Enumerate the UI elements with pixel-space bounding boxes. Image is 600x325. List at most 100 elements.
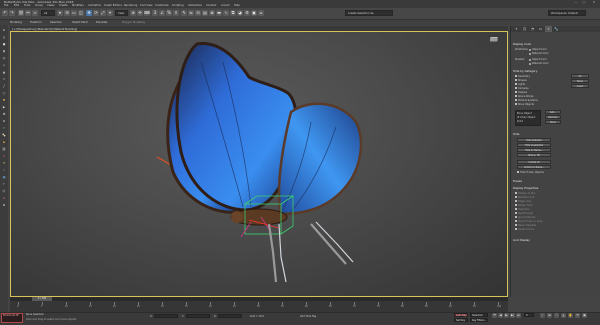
sun-icon[interactable]: ☀ bbox=[1, 161, 7, 166]
lights-checkbox[interactable] bbox=[515, 83, 517, 85]
workspaces-dropdown[interactable]: Workspaces: Default bbox=[548, 10, 586, 16]
add-button[interactable]: Add... bbox=[545, 110, 561, 114]
curve-editor-icon[interactable]: ∿ bbox=[223, 10, 229, 16]
x-coordinate-field[interactable] bbox=[154, 314, 178, 318]
set-key-button[interactable]: Set Key bbox=[454, 318, 468, 322]
track-bar[interactable]: 0 5 10 15 20 25 30 35 40 45 50 55 60 65 70 75 80 85 90 95 10… bbox=[10, 301, 508, 312]
line-icon[interactable]: ╱ bbox=[1, 84, 7, 89]
biped-icon[interactable]: ♟ bbox=[1, 140, 7, 145]
plane-icon[interactable]: ▱ bbox=[1, 77, 7, 82]
torus-icon[interactable]: ◎ bbox=[1, 56, 7, 61]
none-list-button[interactable]: None bbox=[545, 120, 561, 124]
layer-explorer-icon[interactable]: ≣ bbox=[209, 10, 215, 16]
select-and-rotate-icon[interactable]: ⟳ bbox=[93, 10, 99, 16]
display-as-box-checkbox[interactable] bbox=[515, 192, 517, 194]
remove-button[interactable]: Remove bbox=[545, 115, 561, 119]
ribbon-tab-object-paint[interactable]: Object Paint bbox=[72, 20, 88, 25]
percent-snap-icon[interactable]: % bbox=[166, 10, 172, 16]
ik-chain-icon[interactable]: ⛓ bbox=[1, 147, 7, 152]
angle-snap-icon[interactable]: ∠ bbox=[159, 10, 165, 16]
select-and-place-icon[interactable]: ⌖ bbox=[107, 10, 113, 16]
current-frame-field[interactable]: 0 bbox=[524, 313, 534, 317]
link-display-rollout[interactable]: Link Display bbox=[513, 238, 530, 242]
align-icon[interactable]: ⊟ bbox=[195, 10, 201, 16]
unhide-by-name-button[interactable]: Unhide by Name... bbox=[517, 165, 551, 169]
shapes-checkbox[interactable] bbox=[515, 79, 517, 81]
zoom-all-icon[interactable]: ⊞ bbox=[547, 313, 552, 318]
mirror-icon[interactable]: ⇋ bbox=[188, 10, 194, 16]
invert-button[interactable]: Invert bbox=[571, 84, 589, 88]
rendered-frame-window-icon[interactable]: ▣ bbox=[251, 10, 257, 16]
box-icon[interactable]: ◻ bbox=[1, 35, 7, 40]
schematic-view-icon[interactable]: ⧉ bbox=[230, 10, 236, 16]
pivot-center-icon[interactable]: ⊕ bbox=[130, 10, 136, 16]
hide-unselected-button[interactable]: Hide Unselected bbox=[517, 143, 551, 147]
particle-systems-checkbox[interactable] bbox=[515, 99, 517, 101]
motion-tab-icon[interactable]: ▭ bbox=[537, 26, 544, 32]
cloth-icon[interactable]: ▦ bbox=[1, 175, 7, 180]
edges-only-checkbox[interactable] bbox=[515, 200, 517, 202]
paint-icon[interactable]: ✎ bbox=[1, 154, 7, 159]
list-item[interactable]: Point bbox=[517, 120, 523, 123]
auto-key-button[interactable]: Auto Key bbox=[454, 313, 468, 317]
select-by-name-icon[interactable]: ☰ bbox=[64, 10, 70, 16]
ribbon-polygon-modeling[interactable]: Polygon Modeling bbox=[122, 20, 145, 25]
bind-space-warp-icon[interactable]: ≈ bbox=[32, 10, 38, 16]
none-button[interactable]: None bbox=[571, 79, 589, 83]
bone-icon[interactable]: 🦴 bbox=[1, 133, 7, 138]
wireframe-material-color-radio[interactable] bbox=[529, 52, 531, 55]
circle-icon[interactable]: ○ bbox=[1, 91, 7, 96]
space-warp-icon[interactable]: ≋ bbox=[1, 119, 7, 124]
sphere-icon[interactable]: ● bbox=[1, 42, 7, 47]
undo-icon[interactable]: ↶ bbox=[2, 10, 8, 16]
hair-icon[interactable]: ≀ bbox=[1, 168, 7, 173]
ignore-extents-checkbox[interactable] bbox=[515, 216, 517, 218]
modify-tab-icon[interactable]: ◳ bbox=[521, 26, 528, 32]
zoom-icon[interactable]: ⌕ bbox=[540, 313, 545, 318]
selection-filter-dropdown[interactable]: All bbox=[41, 10, 55, 16]
teapot-icon[interactable]: ☕ bbox=[1, 63, 7, 68]
select-object-icon[interactable]: ➤ bbox=[57, 10, 63, 16]
redo-icon[interactable]: ↷ bbox=[9, 10, 15, 16]
named-selection-sets-dropdown[interactable]: Create Selection Se bbox=[345, 10, 393, 16]
field-of-view-icon[interactable]: ◭ bbox=[561, 313, 566, 318]
show-frozen-gray-checkbox[interactable] bbox=[515, 220, 517, 222]
snapshot-icon[interactable]: ⎘ bbox=[1, 189, 7, 194]
keyboard-shortcut-icon[interactable]: ⌨ bbox=[144, 10, 150, 16]
hide-frozen-objects-checkbox[interactable] bbox=[517, 171, 519, 173]
display-color-rollout[interactable]: Display Color bbox=[513, 42, 532, 46]
pan-view-icon[interactable]: ✋ bbox=[568, 313, 573, 318]
next-frame-icon[interactable]: ▶| bbox=[510, 313, 515, 318]
list-item[interactable]: IK Chain Object bbox=[517, 116, 535, 119]
hide-by-category-rollout[interactable]: Hide by Category bbox=[513, 69, 537, 73]
backface-cull-checkbox[interactable] bbox=[515, 196, 517, 198]
camera-icon[interactable]: ▶ bbox=[1, 105, 7, 110]
freeze-rollout[interactable]: Freeze bbox=[513, 179, 522, 183]
wireframe-object-color-radio[interactable] bbox=[529, 48, 531, 51]
shaded-object-color-radio[interactable] bbox=[529, 58, 531, 61]
z-coordinate-field[interactable] bbox=[218, 314, 242, 318]
ribbon-tab-selection[interactable]: Selection bbox=[50, 20, 62, 25]
previous-frame-icon[interactable]: ◀ bbox=[498, 313, 503, 318]
maxscript-listener[interactable]: MAXScript Mi bbox=[1, 313, 23, 323]
reference-coordinate-dropdown[interactable]: View bbox=[115, 10, 128, 16]
key-filters-button[interactable]: Key Filters... bbox=[470, 318, 488, 322]
all-button[interactable]: All bbox=[571, 74, 589, 78]
render-setup-icon[interactable]: ⚙ bbox=[244, 10, 250, 16]
spinner-snap-icon[interactable]: ⇕ bbox=[173, 10, 179, 16]
hierarchy-tab-icon[interactable]: ◔ bbox=[529, 26, 536, 32]
unhide-all-button[interactable]: Unhide All bbox=[517, 160, 551, 164]
shaded-material-color-radio[interactable] bbox=[529, 62, 531, 65]
snaps-toggle-icon[interactable]: 3 bbox=[152, 10, 158, 16]
orbit-icon[interactable]: ⟲ bbox=[575, 313, 580, 318]
record-icon[interactable]: ⏺ bbox=[1, 196, 7, 201]
selected-dropdown[interactable]: Selected bbox=[470, 313, 488, 317]
material-editor-icon[interactable]: ◕ bbox=[237, 10, 243, 16]
cone-icon[interactable]: ▲ bbox=[1, 70, 7, 75]
window-crossing-icon[interactable]: ◫ bbox=[78, 10, 84, 16]
display-tab-icon[interactable]: ⌖ bbox=[545, 26, 552, 32]
never-degrade-checkbox[interactable] bbox=[515, 224, 517, 226]
display-properties-rollout[interactable]: Display Properties bbox=[513, 186, 538, 190]
manipulate-icon[interactable]: ✣ bbox=[137, 10, 143, 16]
geometry-checkbox[interactable] bbox=[515, 75, 517, 77]
